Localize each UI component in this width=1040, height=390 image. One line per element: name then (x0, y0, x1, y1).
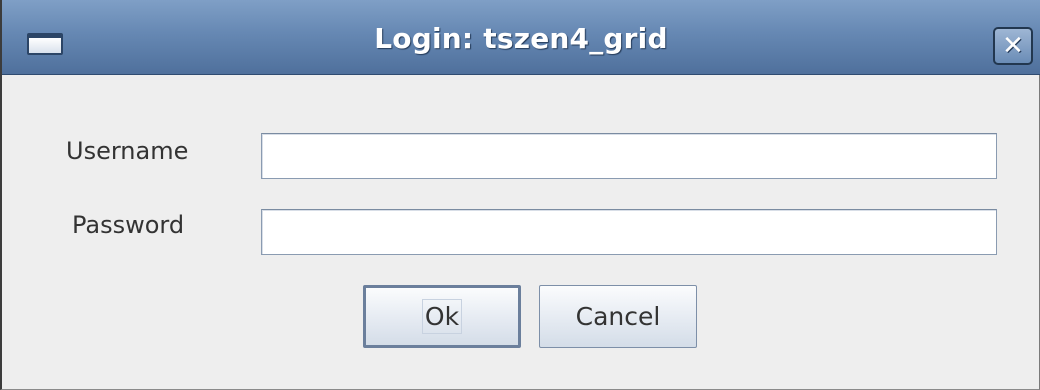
title-bar[interactable]: Login: tszen4_grid ✕ (2, 0, 1040, 75)
login-dialog: Login: tszen4_grid ✕ Username Password O… (0, 0, 1040, 390)
close-icon: ✕ (1002, 31, 1024, 61)
ok-button-label: Ok (421, 298, 463, 335)
password-field[interactable] (262, 210, 996, 254)
ok-button[interactable]: Ok (363, 285, 521, 348)
username-field[interactable] (262, 134, 996, 178)
cancel-button[interactable]: Cancel (539, 285, 697, 348)
cancel-button-label: Cancel (575, 302, 661, 331)
password-field-frame[interactable] (261, 209, 997, 255)
password-label: Password (72, 211, 185, 239)
username-label: Username (66, 137, 189, 165)
close-button[interactable]: ✕ (993, 27, 1033, 65)
username-field-frame[interactable] (261, 133, 997, 179)
window-title: Login: tszen4_grid (374, 22, 668, 55)
